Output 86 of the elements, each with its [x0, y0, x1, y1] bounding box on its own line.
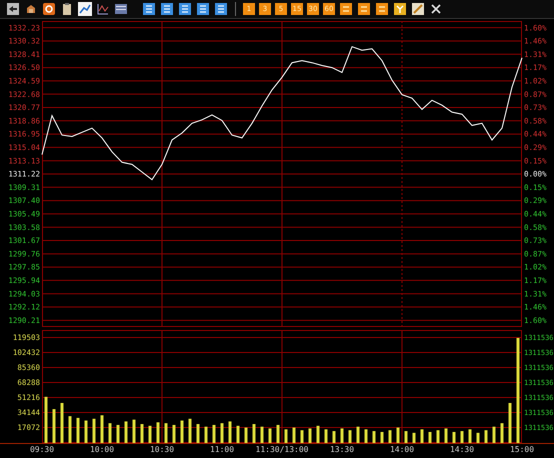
volume-bar	[364, 429, 368, 443]
tile-icon[interactable]	[393, 2, 407, 16]
volume-bar	[292, 428, 296, 443]
volume-bar	[172, 424, 176, 443]
volume-bar	[276, 424, 280, 443]
tile-icon[interactable]	[160, 2, 174, 16]
time-label: 11:30/13:00	[256, 445, 308, 454]
volume-bar	[468, 429, 472, 443]
volume-bar	[300, 430, 304, 443]
house-icon[interactable]	[24, 2, 38, 16]
time-label: 14:00	[390, 445, 414, 454]
volume-bar	[196, 424, 200, 443]
time-label: 10:30	[150, 445, 174, 454]
volume-bar	[508, 402, 512, 443]
time-label: 09:30	[30, 445, 54, 454]
volume-bar	[260, 426, 264, 443]
volume-bar	[220, 423, 224, 443]
volume-bar	[492, 426, 496, 443]
tile-icon[interactable]	[196, 2, 210, 16]
volume-bar	[388, 430, 392, 443]
volume-bar	[116, 424, 120, 443]
time-label: 13:30	[330, 445, 354, 454]
volume-bar	[204, 426, 208, 443]
volume-bar	[76, 418, 80, 443]
volume-bar	[108, 423, 112, 443]
volume-bar	[212, 424, 216, 443]
volume-bar	[420, 429, 424, 443]
volume-bar	[244, 428, 248, 443]
tools-icon[interactable]	[429, 2, 443, 16]
volume-bar	[124, 421, 128, 443]
volume-bar	[188, 418, 192, 443]
volume-bar	[228, 421, 232, 443]
volume-bar	[396, 428, 400, 443]
volume-bar	[308, 428, 312, 443]
volume-bar	[252, 424, 256, 443]
volume-bar	[404, 431, 408, 443]
back-icon[interactable]	[6, 2, 20, 16]
volume-bar	[60, 402, 64, 443]
volume-bar	[372, 431, 376, 443]
volume-bar	[332, 431, 336, 443]
volume-bar	[92, 418, 96, 443]
volume-bar	[44, 396, 48, 443]
volume-bar	[476, 432, 480, 443]
volume-bar	[444, 428, 448, 443]
volume-bar	[380, 432, 384, 443]
tile-icon[interactable]	[178, 2, 192, 16]
volume-bar	[324, 429, 328, 443]
volume-bar	[340, 428, 344, 443]
time-label: 11:00	[210, 445, 234, 454]
time-label: 15:00	[510, 445, 534, 454]
volume-bar	[148, 426, 152, 443]
volume-bar	[428, 432, 432, 443]
pencil-icon[interactable]	[411, 2, 425, 16]
volume-bar	[100, 415, 104, 443]
volume-bar	[132, 420, 136, 443]
volume-bar	[436, 430, 440, 443]
volume-bar	[164, 423, 168, 443]
volume-bar	[268, 428, 272, 443]
volume-bar	[356, 426, 360, 443]
clipboard-icon[interactable]	[60, 2, 74, 16]
volume-bar	[156, 422, 160, 443]
volume-bar	[460, 431, 464, 443]
refresh-icon[interactable]	[42, 2, 56, 16]
volume-bar	[412, 432, 416, 443]
tile-icon[interactable]	[339, 2, 353, 16]
volume-bar	[484, 430, 488, 443]
volume-bar	[316, 426, 320, 443]
volume-bar	[348, 430, 352, 443]
time-label: 14:30	[450, 445, 474, 454]
tile-icon[interactable]	[142, 2, 156, 16]
volume-bar	[140, 424, 144, 443]
tile-icon[interactable]	[214, 2, 228, 16]
volume-bar	[500, 423, 504, 443]
volume-bar	[68, 416, 72, 443]
volume-bar	[84, 420, 88, 443]
time-label: 10:00	[90, 445, 114, 454]
volume-bar	[52, 409, 56, 443]
tile-icon[interactable]	[357, 2, 371, 16]
chart-icon[interactable]	[96, 2, 110, 16]
volume-bar	[180, 420, 184, 443]
volume-bar	[452, 432, 456, 443]
line-chart-icon[interactable]	[78, 2, 92, 16]
volume-bar	[284, 429, 288, 443]
volume-bar	[236, 426, 240, 443]
tile-icon[interactable]	[375, 2, 389, 16]
table-icon[interactable]	[114, 2, 128, 16]
